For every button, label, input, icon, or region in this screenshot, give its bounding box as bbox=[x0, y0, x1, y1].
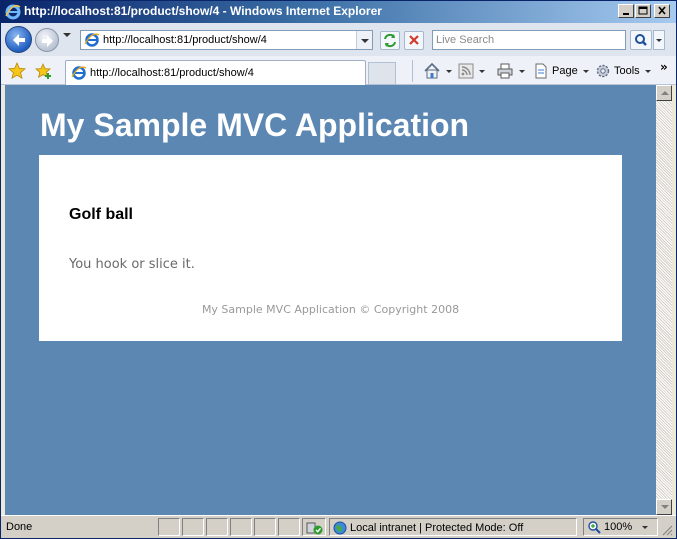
tab-current-page[interactable]: http://localhost:81/product/show/4 bbox=[65, 60, 366, 85]
toolbar-overflow-button[interactable]: » bbox=[660, 58, 668, 76]
zoom-level-text: 100% bbox=[604, 521, 633, 533]
arrow-down-icon bbox=[661, 505, 669, 509]
print-button[interactable] bbox=[496, 62, 525, 80]
chevron-down-icon bbox=[361, 39, 369, 43]
chevron-down-icon bbox=[644, 69, 651, 73]
back-arrow-icon bbox=[13, 34, 25, 46]
address-dropdown-button[interactable] bbox=[356, 31, 372, 49]
scroll-up-button[interactable] bbox=[656, 85, 672, 101]
status-pane bbox=[158, 518, 180, 536]
ie-page-icon bbox=[84, 32, 100, 48]
status-bar: Done Local intranet | Protected Mode: Of… bbox=[1, 515, 676, 538]
main-content-panel: Golf ball You hook or slice it. My Sampl… bbox=[39, 155, 622, 341]
new-tab-button[interactable] bbox=[368, 62, 396, 85]
feeds-button[interactable] bbox=[458, 62, 485, 80]
gear-icon bbox=[596, 64, 610, 78]
search-options-dropdown[interactable] bbox=[653, 30, 665, 50]
product-name-heading: Golf ball bbox=[69, 206, 133, 223]
site-title: My Sample MVC Application bbox=[40, 107, 470, 143]
security-status-pane[interactable] bbox=[302, 518, 326, 536]
resize-grip[interactable] bbox=[661, 524, 673, 539]
page-menu-label: Page bbox=[552, 65, 578, 77]
home-icon bbox=[424, 62, 440, 79]
tools-menu-label: Tools bbox=[614, 65, 640, 77]
chevron-down-icon bbox=[656, 39, 662, 42]
search-input[interactable]: Live Search bbox=[432, 30, 626, 50]
back-button[interactable] bbox=[5, 26, 32, 53]
tools-menu-button[interactable]: Tools bbox=[595, 62, 651, 80]
page-icon bbox=[535, 63, 547, 79]
browser-window: http://localhost:81/product/show/4 - Win… bbox=[0, 0, 677, 539]
security-zone-pane[interactable]: Local intranet | Protected Mode: Off bbox=[329, 518, 577, 536]
page-footer: My Sample MVC Application © Copyright 20… bbox=[201, 303, 460, 316]
search-placeholder: Live Search bbox=[436, 34, 495, 46]
command-bar-divider bbox=[412, 60, 413, 82]
address-toolbar: http://localhost:81/product/show/4 Live … bbox=[1, 23, 676, 56]
favorites-center-button[interactable] bbox=[8, 61, 26, 83]
address-field[interactable]: http://localhost:81/product/show/4 bbox=[80, 30, 373, 50]
product-description: You hook or slice it. bbox=[69, 257, 195, 272]
rss-icon bbox=[458, 63, 474, 79]
add-to-favorites-button[interactable] bbox=[35, 62, 53, 83]
status-pane bbox=[230, 518, 252, 536]
minimize-button[interactable] bbox=[618, 4, 634, 18]
star-plus-icon bbox=[35, 62, 51, 79]
vertical-scrollbar[interactable] bbox=[656, 85, 672, 515]
magnifier-zoom-icon bbox=[588, 521, 601, 534]
address-url: http://localhost:81/product/show/4 bbox=[103, 34, 267, 46]
security-zone-text: Local intranet | Protected Mode: Off bbox=[350, 522, 524, 534]
chevron-down-icon bbox=[642, 525, 649, 529]
chevron-down-icon bbox=[63, 33, 71, 37]
maximize-button[interactable] bbox=[635, 4, 651, 18]
zoom-level-button[interactable]: 100% bbox=[583, 518, 658, 536]
star-icon bbox=[8, 61, 26, 80]
security-check-icon bbox=[306, 522, 323, 535]
tab-bar: http://localhost:81/product/show/4 Page … bbox=[1, 56, 676, 85]
forward-button[interactable] bbox=[35, 28, 59, 52]
chevron-down-icon bbox=[479, 69, 485, 73]
close-button[interactable] bbox=[654, 4, 670, 18]
search-button[interactable] bbox=[630, 30, 652, 50]
ie-logo-icon bbox=[5, 4, 21, 20]
window-title: http://localhost:81/product/show/4 - Win… bbox=[24, 4, 382, 18]
printer-icon bbox=[497, 63, 513, 79]
forward-arrow-icon bbox=[42, 35, 53, 47]
page-viewport: My Sample MVC Application Golf ball You … bbox=[5, 85, 656, 515]
home-button[interactable] bbox=[423, 62, 452, 80]
status-text: Done bbox=[6, 521, 33, 533]
chevron-down-icon bbox=[582, 69, 589, 73]
refresh-button[interactable] bbox=[380, 31, 400, 50]
globe-icon bbox=[332, 520, 348, 539]
magnifier-icon bbox=[635, 34, 647, 46]
scroll-down-button[interactable] bbox=[656, 499, 672, 515]
page-menu-button[interactable]: Page bbox=[533, 62, 589, 80]
recent-pages-dropdown[interactable] bbox=[63, 33, 71, 37]
chevron-down-icon bbox=[446, 69, 452, 73]
arrow-up-icon bbox=[661, 91, 669, 95]
stop-button[interactable] bbox=[404, 31, 424, 50]
chevron-down-icon bbox=[519, 69, 525, 73]
status-pane bbox=[182, 518, 204, 536]
status-pane bbox=[254, 518, 276, 536]
tab-label: http://localhost:81/product/show/4 bbox=[90, 67, 254, 79]
status-pane bbox=[206, 518, 228, 536]
refresh-icon bbox=[384, 33, 396, 48]
stop-icon bbox=[409, 35, 419, 45]
title-bar[interactable]: http://localhost:81/product/show/4 - Win… bbox=[1, 1, 676, 23]
ie-page-icon bbox=[71, 65, 87, 81]
status-pane bbox=[278, 518, 300, 536]
